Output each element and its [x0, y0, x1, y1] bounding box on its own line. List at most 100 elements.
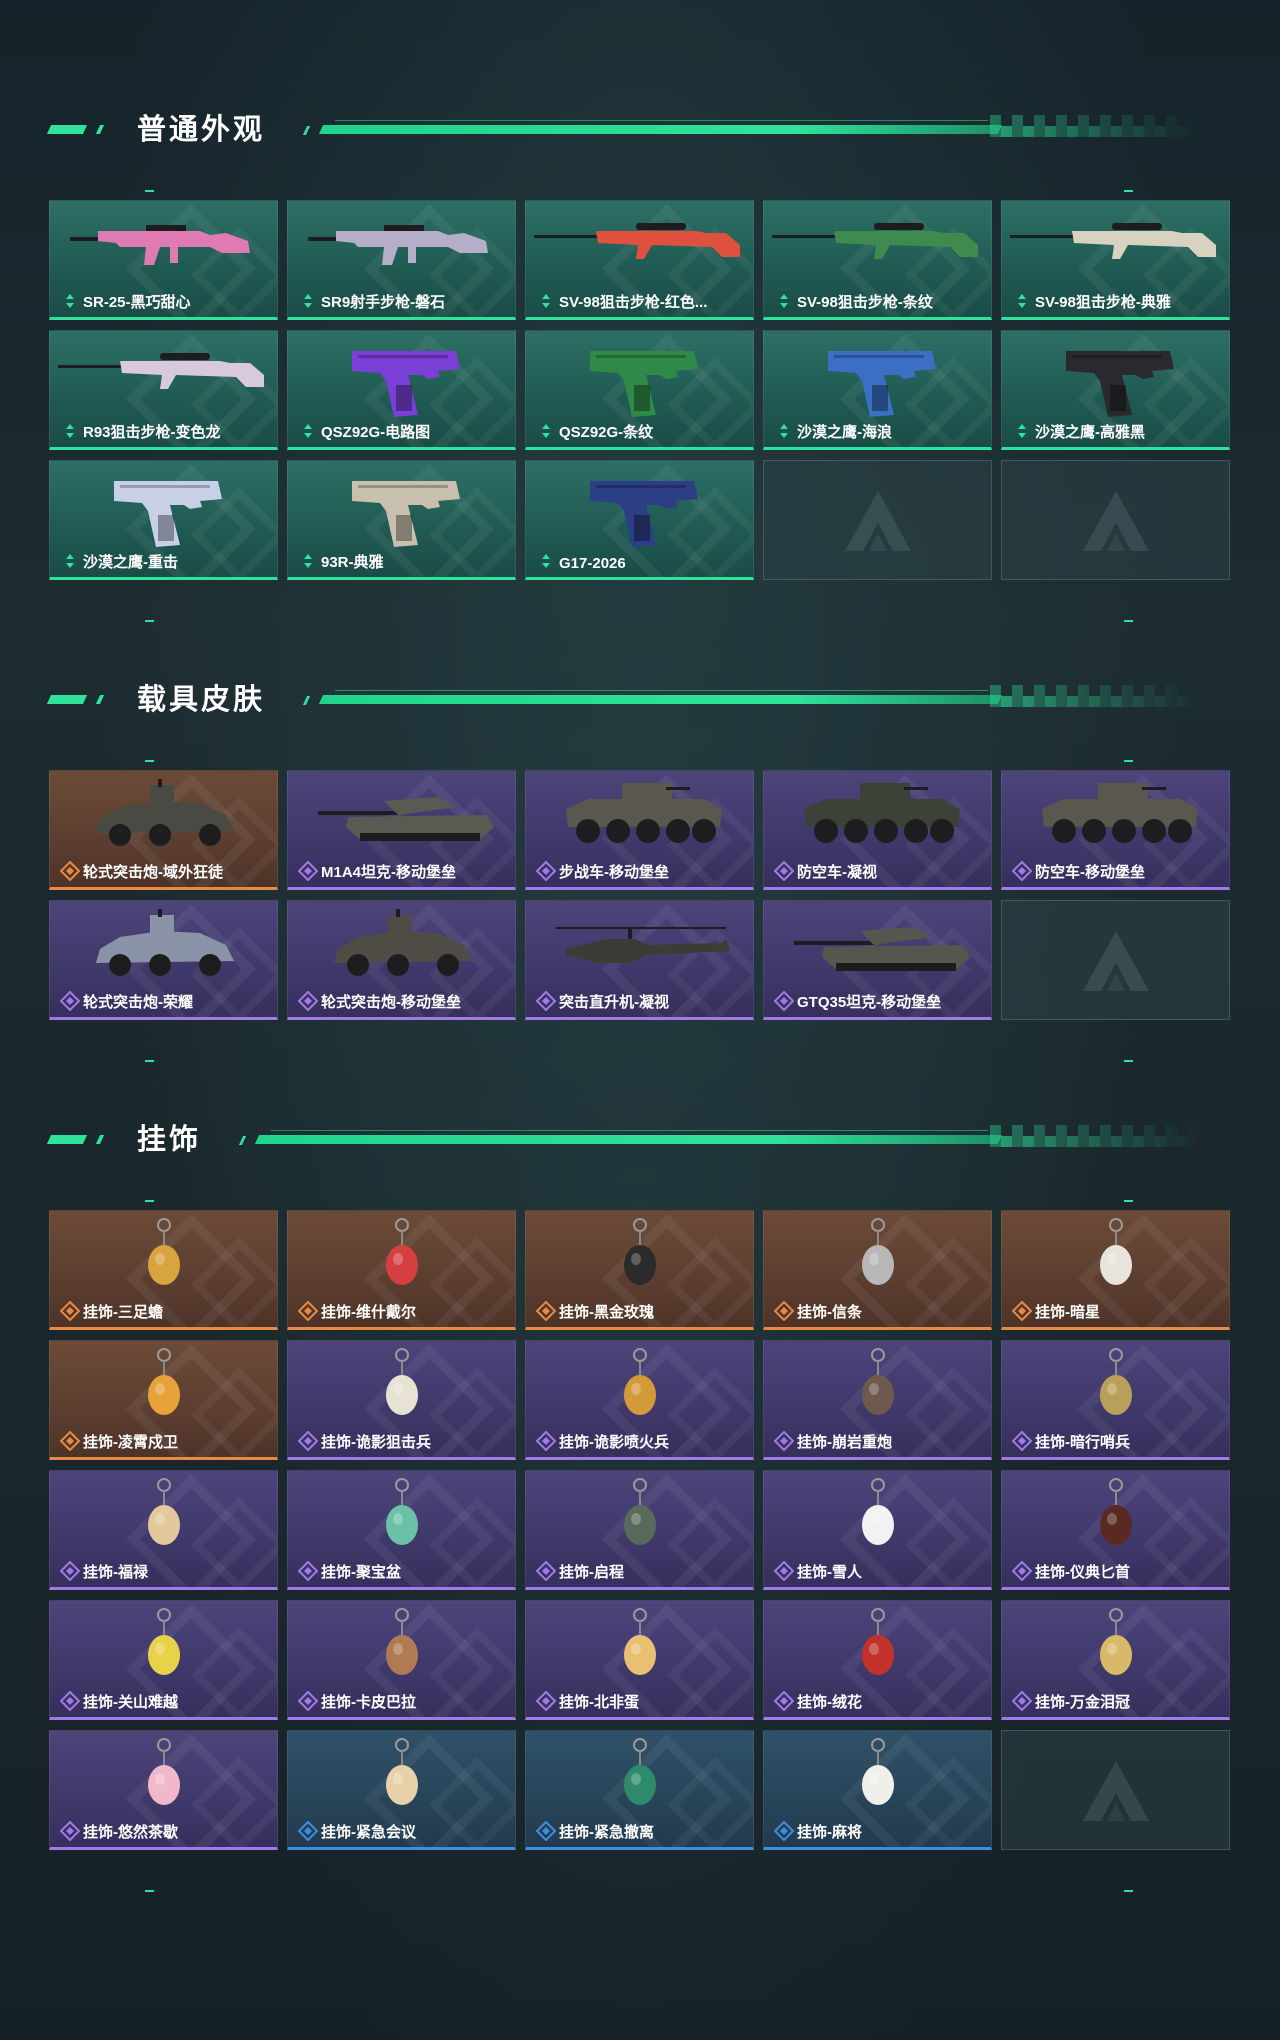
rarity-chevron-icon: [66, 424, 74, 438]
item-card[interactable]: 步战车-移动堡垒: [525, 770, 754, 890]
section-title: 载具皮肤: [137, 684, 266, 716]
charm-image: [624, 1348, 656, 1415]
item-card[interactable]: 挂饰-信条: [763, 1210, 992, 1330]
item-card[interactable]: 挂饰-紧急撤离: [525, 1730, 754, 1850]
pistol-image: [590, 481, 698, 547]
item-name: 沙漠之鹰-海浪: [797, 424, 892, 441]
corner-marker: [145, 620, 154, 622]
item-name: 挂饰-悠然茶歇: [83, 1824, 178, 1841]
item-card[interactable]: SV-98狙击步枪-典雅: [1001, 200, 1230, 320]
rarity-diamond-icon: [536, 1561, 556, 1581]
charm-image: [1100, 1608, 1132, 1675]
item-card[interactable]: 93R-典雅: [287, 460, 516, 580]
item-card[interactable]: 挂饰-北非蛋: [525, 1600, 754, 1720]
item-card[interactable]: SR-25-黑巧甜心: [49, 200, 278, 320]
item-name: 轮式突击炮-移动堡垒: [321, 994, 461, 1011]
item-name: QSZ92G-电路图: [321, 424, 431, 441]
item-card[interactable]: 挂饰-关山难越: [49, 1600, 278, 1720]
item-card[interactable]: 轮式突击炮-荣耀: [49, 900, 278, 1020]
rarity-diamond-icon: [60, 1431, 80, 1451]
header-accent-tick: [95, 1135, 105, 1144]
item-card[interactable]: 挂饰-绒花: [763, 1600, 992, 1720]
item-card[interactable]: 防空车-移动堡垒: [1001, 770, 1230, 890]
item-card[interactable]: 挂饰-悠然茶歇: [49, 1730, 278, 1850]
charm-image: [624, 1608, 656, 1675]
charm-image: [148, 1478, 180, 1545]
item-card[interactable]: 挂饰-三足蟾: [49, 1210, 278, 1330]
item-card[interactable]: 挂饰-万金泪冠: [1001, 1600, 1230, 1720]
item-card[interactable]: 沙漠之鹰-海浪: [763, 330, 992, 450]
item-name: SR9射手步枪-磐石: [321, 294, 446, 311]
item-name: 挂饰-卡皮巴拉: [321, 1694, 416, 1711]
item-card[interactable]: 挂饰-黑金玫瑰: [525, 1210, 754, 1330]
item-card[interactable]: 挂饰-维什戴尔: [287, 1210, 516, 1330]
item-card[interactable]: 沙漠之鹰-重击: [49, 460, 278, 580]
item-card[interactable]: GTQ35坦克-移动堡垒: [763, 900, 992, 1020]
item-name: SV-98狙击步枪-红色...: [559, 294, 708, 311]
item-card[interactable]: G17-2026: [525, 460, 754, 580]
item-card[interactable]: 突击直升机-凝视: [525, 900, 754, 1020]
item-card[interactable]: 沙漠之鹰-高雅黑: [1001, 330, 1230, 450]
item-card[interactable]: 挂饰-崩岩重炮: [763, 1340, 992, 1460]
item-name: 93R-典雅: [321, 554, 384, 571]
rarity-diamond-icon: [536, 1821, 556, 1841]
item-name: R93狙击步枪-变色龙: [83, 424, 221, 441]
rarity-diamond-icon: [298, 1561, 318, 1581]
rarity-diamond-icon: [774, 1301, 794, 1321]
tank-image: [318, 797, 494, 841]
charm-image: [148, 1738, 180, 1805]
item-card[interactable]: 挂饰-暗行哨兵: [1001, 1340, 1230, 1460]
item-card[interactable]: R93狙击步枪-变色龙: [49, 330, 278, 450]
item-card[interactable]: 挂饰-卡皮巴拉: [287, 1600, 516, 1720]
sniper-rifle-image: [58, 353, 264, 389]
item-card[interactable]: 挂饰-启程: [525, 1470, 754, 1590]
corner-marker: [1124, 1200, 1133, 1202]
item-name: 挂饰-诡影狙击兵: [321, 1434, 431, 1451]
section-header: 普通外观: [0, 100, 1280, 160]
corner-marker: [145, 1060, 154, 1062]
rarity-diamond-icon: [60, 861, 80, 881]
item-card[interactable]: QSZ92G-电路图: [287, 330, 516, 450]
rarity-diamond-icon: [774, 1821, 794, 1841]
item-name: 挂饰-信条: [797, 1304, 862, 1321]
item-card[interactable]: 挂饰-仪典匕首: [1001, 1470, 1230, 1590]
item-card[interactable]: SR9射手步枪-磐石: [287, 200, 516, 320]
item-name: 轮式突击炮-域外狂徒: [83, 864, 223, 881]
placeholder-logo-icon: [1083, 931, 1149, 991]
item-card[interactable]: SV-98狙击步枪-红色...: [525, 200, 754, 320]
placeholder-logo-icon: [1083, 491, 1149, 551]
corner-marker: [1124, 620, 1133, 622]
rarity-diamond-icon: [774, 861, 794, 881]
charm-image: [624, 1738, 656, 1805]
item-card[interactable]: 挂饰-聚宝盆: [287, 1470, 516, 1590]
item-name: 挂饰-紧急会议: [321, 1824, 416, 1841]
item-card[interactable]: QSZ92G-条纹: [525, 330, 754, 450]
item-name: 挂饰-崩岩重炮: [797, 1434, 892, 1451]
item-name: 挂饰-三足蟾: [83, 1304, 163, 1321]
rarity-diamond-icon: [774, 991, 794, 1011]
item-card[interactable]: 轮式突击炮-移动堡垒: [287, 900, 516, 1020]
rarity-diamond-icon: [774, 1561, 794, 1581]
sniper-rifle-image: [1010, 223, 1216, 259]
rarity-chevron-icon: [1018, 294, 1026, 308]
item-card[interactable]: 挂饰-诡影喷火兵: [525, 1340, 754, 1460]
item-card[interactable]: 挂饰-麻将: [763, 1730, 992, 1850]
charm-image: [386, 1218, 418, 1285]
item-card[interactable]: 防空车-凝视: [763, 770, 992, 890]
item-card[interactable]: 挂饰-凌霄戍卫: [49, 1340, 278, 1460]
header-divider-tick: [302, 126, 311, 135]
item-card[interactable]: 轮式突击炮-域外狂徒: [49, 770, 278, 890]
corner-marker: [145, 1890, 154, 1892]
item-card[interactable]: 挂饰-福禄: [49, 1470, 278, 1590]
charm-image: [862, 1738, 894, 1805]
item-card[interactable]: M1A4坦克-移动堡垒: [287, 770, 516, 890]
item-card[interactable]: 挂饰-雪人: [763, 1470, 992, 1590]
item-card[interactable]: 挂饰-诡影狙击兵: [287, 1340, 516, 1460]
rarity-diamond-icon: [60, 991, 80, 1011]
item-card[interactable]: 挂饰-紧急会议: [287, 1730, 516, 1850]
item-card[interactable]: SV-98狙击步枪-条纹: [763, 200, 992, 320]
item-name: 挂饰-暗星: [1035, 1304, 1100, 1321]
pistol-image: [1066, 351, 1174, 417]
rarity-diamond-icon: [536, 861, 556, 881]
item-card[interactable]: 挂饰-暗星: [1001, 1210, 1230, 1330]
